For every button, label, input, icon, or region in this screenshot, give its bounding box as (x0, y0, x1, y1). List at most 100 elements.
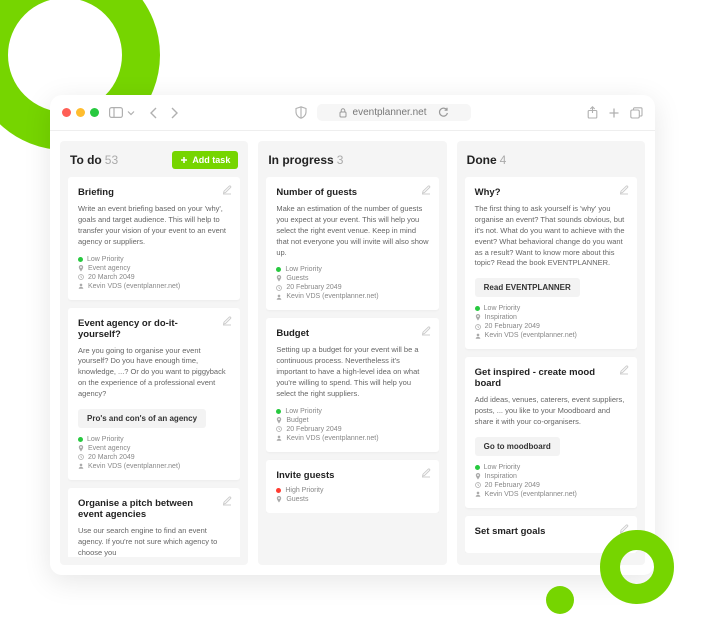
assignee-label: Kevin VDS (eventplanner.net) (88, 463, 180, 470)
priority-dot-icon (475, 306, 480, 311)
card-meta: Low PriorityGuests20 February 2049Kevin … (276, 266, 428, 300)
address-bar[interactable]: eventplanner.net (317, 104, 472, 121)
priority-dot-icon (276, 409, 281, 414)
edit-icon[interactable] (421, 468, 431, 478)
priority-row: Low Priority (78, 256, 230, 263)
priority-row: High Priority (276, 487, 428, 494)
priority-row: Low Priority (276, 266, 428, 273)
category-row: Inspiration (475, 473, 627, 480)
category-label: Budget (286, 417, 308, 424)
priority-row: Low Priority (78, 436, 230, 443)
edit-icon[interactable] (222, 185, 232, 195)
card-meta: Low PriorityBudget20 February 2049Kevin … (276, 408, 428, 442)
pin-icon (78, 265, 84, 272)
person-icon (276, 435, 282, 441)
forward-button[interactable] (169, 107, 179, 119)
card-meta: Low Priority Event agency 20 March 2049 Kev… (78, 436, 230, 470)
card-meta: Low PriorityInspiration20 February 2049K… (475, 305, 627, 339)
priority-dot-icon (276, 488, 281, 493)
add-task-label: Add task (192, 155, 230, 165)
reload-icon[interactable] (438, 107, 449, 118)
person-icon (276, 294, 282, 300)
category-label: Guests (286, 275, 308, 282)
date-label: 20 March 2049 (88, 454, 135, 461)
task-card[interactable]: Event agency or do-it-yourself? Are you g… (68, 308, 240, 480)
column-title: Done (467, 153, 497, 167)
date-label: 20 February 2049 (485, 323, 540, 330)
card-description: Make an estimation of the number of gues… (276, 204, 428, 258)
tabs-icon[interactable] (630, 106, 643, 119)
add-task-button[interactable]: Add task (172, 151, 238, 169)
sidebar-toggle-icon[interactable] (109, 107, 123, 118)
close-window-button[interactable] (62, 108, 71, 117)
pin-icon (78, 445, 84, 452)
browser-titlebar: eventplanner.net (50, 95, 655, 131)
card-description: Write an event briefing based on your 'w… (78, 204, 230, 248)
pin-icon (276, 417, 282, 424)
minimize-window-button[interactable] (76, 108, 85, 117)
pin-icon (475, 473, 481, 480)
card-title: Event agency or do-it-yourself? (78, 318, 230, 340)
card-action-button[interactable]: Read EVENTPLANNER (475, 278, 580, 297)
task-card[interactable]: Number of guestsMake an estimation of th… (266, 177, 438, 310)
shield-icon[interactable] (295, 106, 307, 119)
category-row: Guests (276, 275, 428, 282)
clock-icon (78, 274, 84, 280)
clock-icon (78, 454, 84, 460)
browser-window: eventplanner.net To do53Add taskBriefing… (50, 95, 655, 575)
category-row: Event agency (78, 265, 230, 272)
priority-dot-icon (475, 465, 480, 470)
category-row: Budget (276, 417, 428, 424)
share-icon[interactable] (587, 106, 598, 119)
window-controls (62, 108, 99, 117)
edit-icon[interactable] (619, 365, 629, 375)
card-action-button[interactable]: Go to moodboard (475, 437, 560, 456)
priority-dot-icon (276, 267, 281, 272)
assignee-row: Kevin VDS (eventplanner.net) (78, 463, 230, 470)
new-tab-icon[interactable] (608, 106, 620, 119)
task-card[interactable]: Invite guests High PriorityGuests (266, 460, 438, 513)
chevron-down-icon[interactable] (127, 109, 135, 117)
assignee-row: Kevin VDS (eventplanner.net) (276, 435, 428, 442)
date-row: 20 February 2049 (475, 482, 627, 489)
priority-label: Low Priority (87, 436, 124, 443)
kanban-column: Done4Why?The first thing to ask yourself… (457, 141, 645, 565)
card-title: Invite guests (276, 470, 428, 481)
url-text: eventplanner.net (353, 107, 427, 118)
priority-label: Low Priority (484, 305, 521, 312)
assignee-label: Kevin VDS (eventplanner.net) (88, 283, 180, 290)
date-row: 20 February 2049 (276, 284, 428, 291)
person-icon (78, 463, 84, 469)
edit-icon[interactable] (421, 185, 431, 195)
card-title: Get inspired - create mood board (475, 367, 627, 389)
card-meta: High PriorityGuests (276, 487, 428, 503)
task-card[interactable]: BriefingWrite an event briefing based on… (68, 177, 240, 300)
clock-icon (475, 482, 481, 488)
category-row: Event agency (78, 445, 230, 452)
task-card[interactable]: BudgetSetting up a budget for your event… (266, 318, 438, 451)
task-card[interactable]: Organise a pitch between event agenciesU… (68, 488, 240, 557)
priority-row: Low Priority (475, 305, 627, 312)
date-label: 20 February 2049 (485, 482, 540, 489)
maximize-window-button[interactable] (90, 108, 99, 117)
assignee-row: Kevin VDS (eventplanner.net) (475, 332, 627, 339)
edit-icon[interactable] (222, 496, 232, 506)
priority-row: Low Priority (276, 408, 428, 415)
back-button[interactable] (149, 107, 159, 119)
decorative-ring-small (600, 530, 674, 604)
card-description: Are you going to organise your event you… (78, 346, 230, 400)
edit-icon[interactable] (619, 185, 629, 195)
pin-icon (276, 275, 282, 282)
edit-icon[interactable] (421, 326, 431, 336)
card-action-button[interactable]: Pro's and con's of an agency (78, 409, 206, 428)
date-label: 20 February 2049 (286, 284, 341, 291)
category-label: Event agency (88, 445, 130, 452)
task-card[interactable]: Why?The first thing to ask yourself is '… (465, 177, 637, 349)
priority-label: Low Priority (484, 464, 521, 471)
task-card[interactable]: Get inspired - create mood boardAdd idea… (465, 357, 637, 508)
card-meta: Low PriorityInspiration20 February 2049K… (475, 464, 627, 498)
category-label: Inspiration (485, 473, 517, 480)
clock-icon (475, 324, 481, 330)
edit-icon[interactable] (222, 316, 232, 326)
person-icon (475, 491, 481, 497)
